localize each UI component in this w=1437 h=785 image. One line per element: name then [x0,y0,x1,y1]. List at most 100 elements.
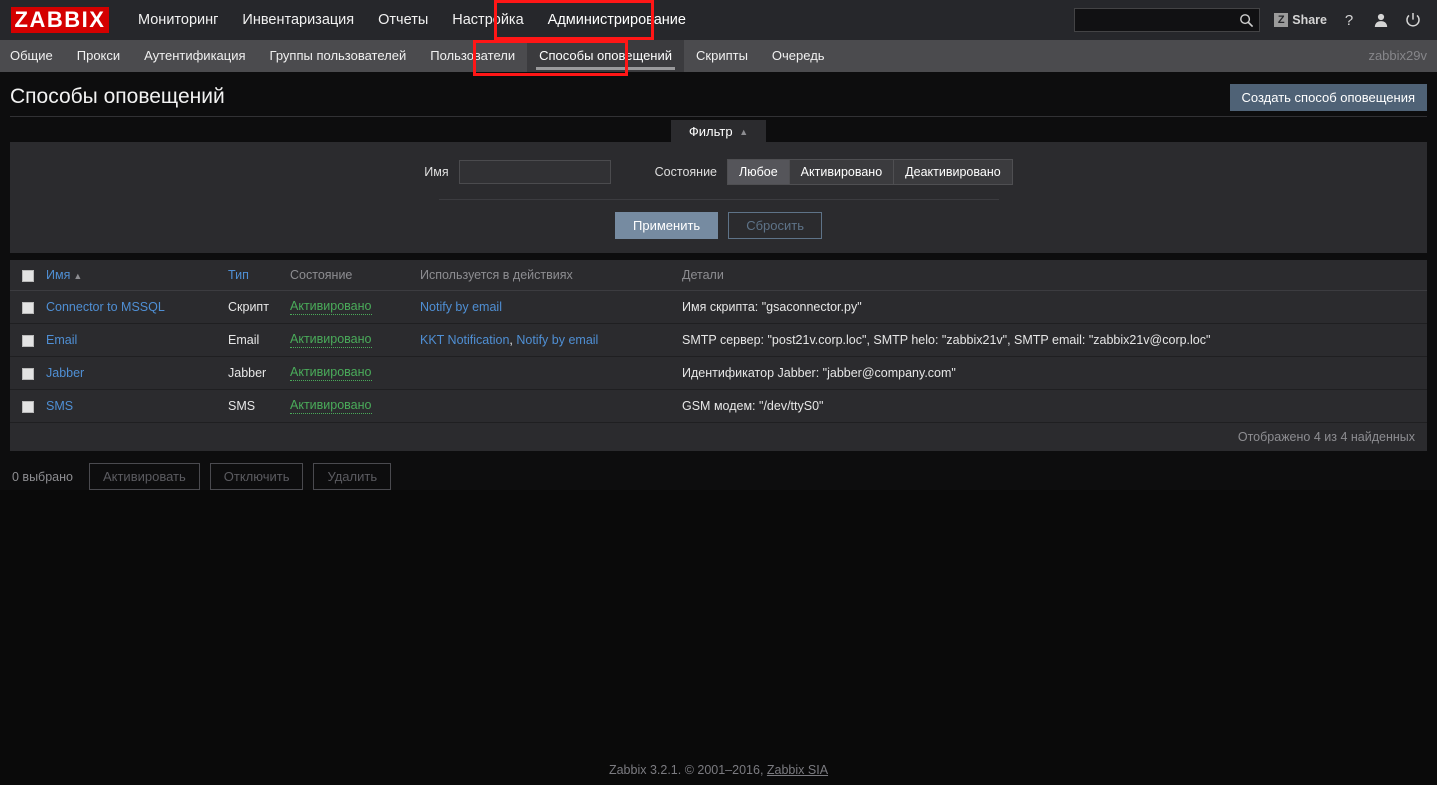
filter-tab-row: Фильтр ▲ [10,120,1427,142]
search-icon[interactable] [1239,13,1254,33]
nav-item-configuration[interactable]: Настройка [440,0,535,40]
power-logout-icon[interactable] [1397,0,1429,40]
media-type-link[interactable]: Connector to MSSQL [46,300,165,314]
filter-state-option-enabled[interactable]: Активировано [789,159,895,185]
table-row: Connector to MSSQL Скрипт Активировано N… [10,290,1427,324]
row-actions-cell: KKT Notification, Notify by email [414,323,676,357]
table-head: Имя ▲ Тип Состояние Используется в действ… [10,260,1427,291]
column-header-details: Детали [676,260,1427,291]
subnav-item-authentication[interactable]: Аутентификация [132,40,257,72]
row-checkbox[interactable] [22,400,34,413]
page-header-row: Способы оповещений Создать способ оповещ… [10,72,1427,116]
filter-apply-button[interactable]: Применить [615,212,719,239]
table-row: SMS SMS Активировано GSM модем: "/dev/tt… [10,389,1427,423]
row-details-cell: SMTP сервер: "post21v.corp.loc", SMTP he… [676,323,1427,357]
media-type-link[interactable]: SMS [46,399,73,413]
filter-state-radio-group: Любое Активировано Деактивировано [727,159,1013,185]
action-link[interactable]: Notify by email [420,300,502,314]
row-type-cell: Email [222,323,284,357]
user-profile-icon[interactable] [1365,0,1397,40]
share-button[interactable]: Z Share [1274,13,1327,27]
row-checkbox[interactable] [22,367,34,380]
main-navigation: Мониторинг Инвентаризация Отчеты Настрой… [126,0,698,40]
row-checkbox-cell [10,356,40,390]
row-type-cell: Скрипт [222,290,284,324]
help-icon[interactable]: ? [1333,0,1365,40]
filter-reset-button[interactable]: Сбросить [728,212,822,239]
filter-state-option-disabled[interactable]: Деактивировано [894,159,1013,185]
select-all-header [10,260,40,291]
sub-navigation-bar: Общие Прокси Аутентификация Группы польз… [0,40,1437,72]
nav-item-reports[interactable]: Отчеты [366,0,440,40]
filter-fields-row: Имя Состояние Любое Активировано Деактив… [10,159,1427,199]
filter-action-row: Применить Сбросить [10,212,1427,239]
row-checkbox[interactable] [22,301,34,314]
subnav-item-media-types[interactable]: Способы оповещений [527,40,685,72]
status-badge[interactable]: Активировано [290,365,372,381]
row-state-cell: Активировано [284,356,414,390]
column-header-state: Состояние [284,260,414,291]
create-media-type-button[interactable]: Создать способ оповещения [1229,83,1427,111]
page-footer: Zabbix 3.2.1. © 2001–2016, Zabbix SIA [0,763,1437,777]
table-body: Connector to MSSQL Скрипт Активировано N… [10,290,1427,423]
footer-copyright: Zabbix 3.2.1. © 2001–2016, [608,763,767,777]
delete-button[interactable]: Удалить [313,463,392,490]
media-type-link[interactable]: Email [46,333,77,347]
row-state-cell: Активировано [284,389,414,423]
nav-item-monitoring[interactable]: Мониторинг [126,0,230,40]
media-types-table: Имя ▲ Тип Состояние Используется в действ… [10,260,1427,451]
row-name-cell: Email [40,323,222,357]
status-badge[interactable]: Активировано [290,398,372,414]
filter-name-input[interactable] [458,160,611,184]
search-input[interactable] [1075,9,1260,31]
row-actions-cell [414,389,676,423]
subnav-item-queue[interactable]: Очередь [760,40,837,72]
row-name-cell: Jabber [40,356,222,390]
status-badge[interactable]: Активировано [290,299,372,315]
zabbix-logo-text: ZABBIX [14,7,106,32]
subnav-item-general[interactable]: Общие [0,40,65,72]
subnav-item-users[interactable]: Пользователи [418,40,527,72]
chevron-up-icon: ▲ [739,127,749,138]
table-foot: Отображено 4 из 4 найденных [10,422,1427,451]
share-label: Share [1292,13,1327,27]
nav-item-administration[interactable]: Администрирование [536,0,698,40]
zabbix-logo[interactable]: ZABBIX [11,7,109,33]
top-header-bar: ZABBIX Мониторинг Инвентаризация Отчеты … [0,0,1437,40]
action-link[interactable]: Notify by email [516,333,598,347]
subnav-item-user-groups[interactable]: Группы пользователей [258,40,419,72]
nav-item-inventory[interactable]: Инвентаризация [230,0,366,40]
header-right-tools: Z Share ? [1074,0,1429,40]
column-header-type[interactable]: Тип [222,260,284,291]
filter-state-option-any[interactable]: Любое [727,159,790,185]
title-divider [10,116,1427,117]
row-state-cell: Активировано [284,323,414,357]
row-details-cell: Имя скрипта: "gsaconnector.py" [676,290,1427,324]
share-badge-icon: Z [1274,13,1289,27]
status-badge[interactable]: Активировано [290,332,372,348]
subnav-item-proxies[interactable]: Прокси [65,40,132,72]
row-actions-cell [414,356,676,390]
action-link[interactable]: KKT Notification [420,333,509,347]
row-checkbox[interactable] [22,334,34,347]
filter-toggle-tab[interactable]: Фильтр ▲ [670,120,767,142]
subnav-item-scripts[interactable]: Скрипты [684,40,760,72]
row-details-cell: Идентификатор Jabber: "jabber@company.co… [676,356,1427,390]
selected-count-label: 0 выбрано [12,469,73,484]
filter-name-label: Имя [424,165,449,179]
column-header-name[interactable]: Имя ▲ [40,260,222,291]
disable-button[interactable]: Отключить [209,463,304,490]
row-checkbox-cell [10,389,40,423]
page-content: Способы оповещений Создать способ оповещ… [0,72,1437,490]
select-all-checkbox[interactable] [22,269,34,282]
page-title: Способы оповещений [10,85,225,108]
media-type-link[interactable]: Jabber [46,366,84,380]
column-header-used-in-actions: Используется в действиях [414,260,676,291]
enable-button[interactable]: Активировать [88,463,200,490]
row-details-cell: GSM модем: "/dev/ttyS0" [676,389,1427,423]
server-name-label: zabbix29v [1368,48,1427,63]
footer-link-zabbix-sia[interactable]: Zabbix SIA [767,763,828,777]
global-search[interactable] [1074,8,1261,33]
svg-text:?: ? [1345,12,1353,29]
result-count-label: Отображено 4 из 4 найденных [10,422,1427,451]
